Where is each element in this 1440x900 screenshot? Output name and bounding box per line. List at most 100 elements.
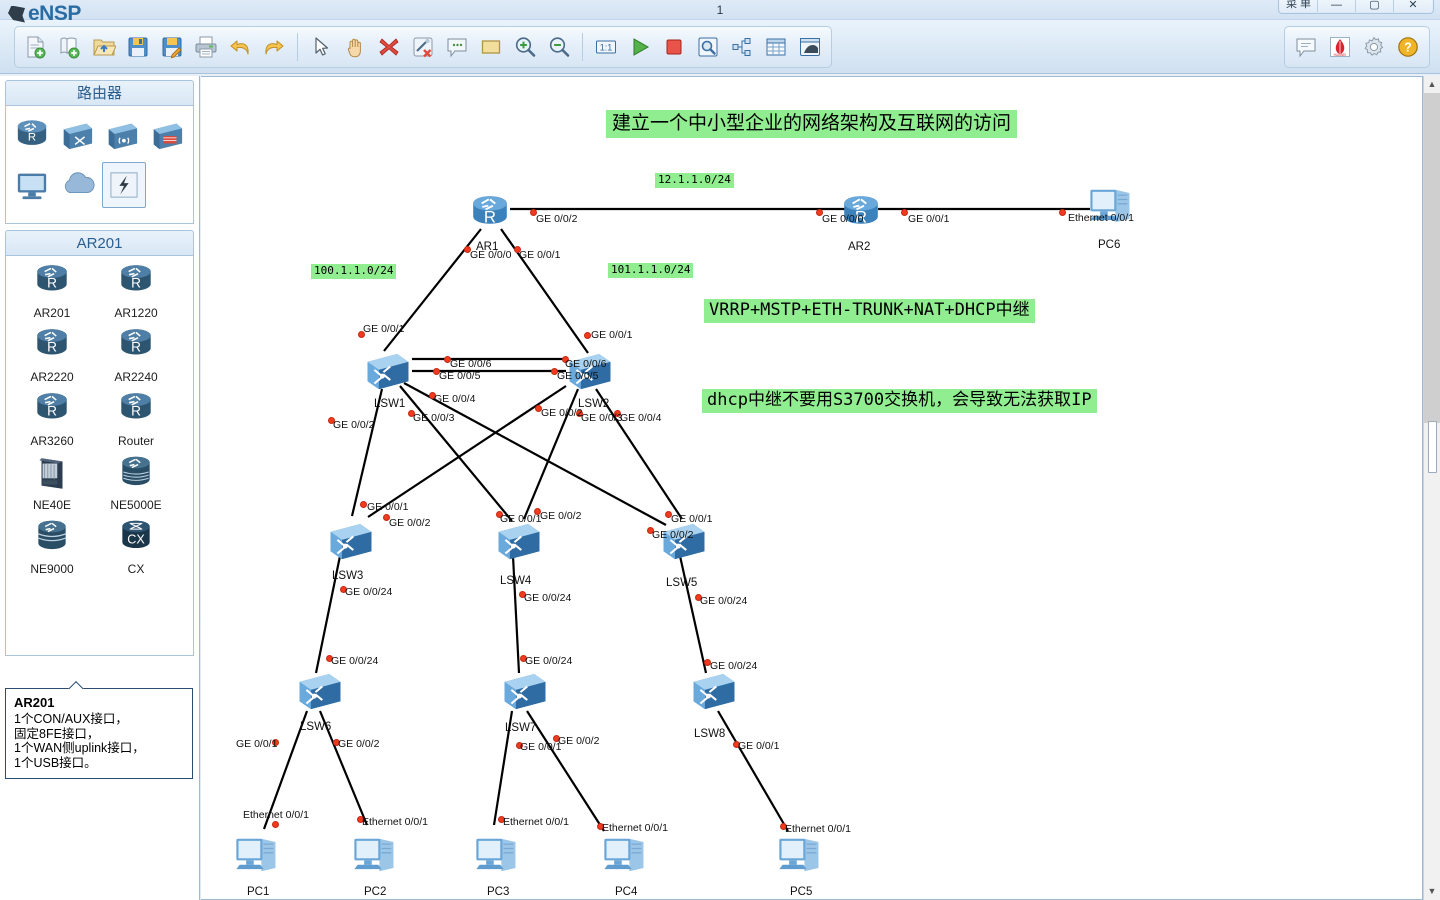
cloud-category-icon[interactable]	[56, 162, 100, 208]
device-node-pc4[interactable]	[600, 832, 650, 883]
undo-button[interactable]	[224, 31, 256, 63]
link-endpoint-dot[interactable]	[584, 332, 591, 339]
switch-category-icon[interactable]	[55, 112, 98, 158]
device-ne40e[interactable]: NE40E	[10, 454, 94, 512]
device-ar2240[interactable]: R AR2240	[94, 326, 178, 384]
link-endpoint-dot[interactable]	[272, 821, 279, 828]
pan-tool-button[interactable]	[339, 31, 371, 63]
device-node-pc2[interactable]	[350, 832, 400, 883]
link-endpoint-dot[interactable]	[1059, 209, 1066, 216]
svg-text:R: R	[47, 403, 57, 418]
link-line[interactable]	[526, 710, 605, 832]
device-node-lsw6[interactable]	[295, 669, 345, 718]
router-icon: R	[37, 393, 67, 419]
window-title: 1	[716, 3, 724, 17]
device-ne5000e[interactable]: NE5000E	[94, 454, 178, 512]
link-line[interactable]	[511, 555, 521, 674]
svg-text:R: R	[47, 275, 57, 290]
scrollbar-thumb[interactable]	[1428, 421, 1437, 473]
feedback-button[interactable]	[1290, 31, 1322, 63]
port-label: GE 0/0/24	[524, 592, 572, 604]
device-node-ar1[interactable]: R	[466, 191, 514, 240]
device-name-label: AR2	[848, 241, 871, 253]
device-ne9000[interactable]: NE9000	[10, 518, 94, 576]
device-ar3260[interactable]: R AR3260	[10, 390, 94, 448]
add-shape-button[interactable]	[475, 31, 507, 63]
grid-button[interactable]	[760, 31, 792, 63]
scrollbar-track[interactable]	[1424, 93, 1440, 423]
link-endpoint-dot[interactable]	[901, 209, 908, 216]
device-node-pc5[interactable]	[775, 832, 825, 883]
stop-all-button[interactable]	[658, 31, 690, 63]
help-button[interactable]: ?	[1392, 31, 1424, 63]
start-all-button[interactable]	[624, 31, 656, 63]
connection-category-icon[interactable]	[102, 162, 146, 208]
open-button[interactable]	[88, 31, 120, 63]
note-subnet-12[interactable]: 12.1.1.0/24	[655, 173, 734, 188]
topology-tree-button[interactable]	[726, 31, 758, 63]
maximize-button[interactable]: ▢	[1356, 0, 1394, 12]
close-button[interactable]: ✕	[1394, 0, 1432, 12]
device-router[interactable]: R Router	[94, 390, 178, 448]
endpoint-category-icon[interactable]	[10, 162, 54, 208]
zoom-out-button[interactable]	[543, 31, 575, 63]
new-topology-button[interactable]	[20, 31, 52, 63]
port-label: GE 0/0/2	[338, 738, 380, 750]
delete-button[interactable]	[373, 31, 405, 63]
device-node-lsw4[interactable]	[494, 519, 544, 568]
zoom-reset-button[interactable]: 1:1	[590, 31, 622, 63]
zoom-in-button[interactable]	[509, 31, 541, 63]
menu-button[interactable]: 菜 单	[1280, 0, 1318, 12]
new-from-template-button[interactable]	[54, 31, 86, 63]
topology-canvas[interactable]: R AR1 R AR2 PC6 LSW1 LSW2 LSW3 LSW4 LSW5…	[201, 76, 1423, 900]
save-as-button[interactable]	[156, 31, 188, 63]
canvas-vertical-scrollbar[interactable]: ▲ ▼	[1423, 76, 1440, 900]
select-tool-button[interactable]	[305, 31, 337, 63]
console-button[interactable]	[794, 31, 826, 63]
firewall-category-icon[interactable]	[146, 112, 189, 158]
scroll-down-button[interactable]: ▼	[1424, 883, 1440, 900]
svg-text:R: R	[484, 208, 496, 227]
link-line[interactable]	[399, 385, 513, 522]
device-node-pc3[interactable]	[472, 832, 522, 883]
wlan-category-icon[interactable]	[101, 112, 144, 158]
note-dhcp-warning[interactable]: dhcp中继不要用S3700交换机，会导致无法获取IP	[702, 389, 1097, 413]
device-node-lsw1[interactable]	[363, 349, 413, 398]
minimize-button[interactable]: —	[1318, 0, 1356, 12]
capture-button[interactable]	[692, 31, 724, 63]
router-category-icon[interactable]: R	[10, 112, 53, 158]
note-technologies[interactable]: VRRP+MSTP+ETH-TRUNK+NAT+DHCP中继	[704, 299, 1035, 323]
device-tooltip: AR201 1个CON/AUX接口， 固定8FE接口， 1个WAN侧uplink…	[5, 688, 193, 779]
link-line[interactable]	[678, 555, 708, 674]
delete-link-button[interactable]	[407, 31, 439, 63]
device-ar1220[interactable]: R AR1220	[94, 262, 178, 320]
device-node-lsw3[interactable]	[326, 519, 376, 568]
link-line[interactable]	[717, 710, 789, 832]
device-ar2220[interactable]: R AR2220	[10, 326, 94, 384]
note-subnet-101[interactable]: 101.1.1.0/24	[608, 263, 694, 278]
device-label: AR2240	[114, 370, 158, 384]
huawei-button[interactable]: HUAWEI	[1324, 31, 1356, 63]
save-button[interactable]	[122, 31, 154, 63]
toolbar-divider-2	[582, 33, 583, 61]
note-title[interactable]: 建立一个中小型企业的网络架构及互联网的访问	[606, 110, 1018, 138]
scroll-up-button[interactable]: ▲	[1424, 76, 1440, 93]
device-node-lsw5[interactable]	[659, 519, 709, 568]
device-cx[interactable]: CX CX	[94, 518, 178, 576]
settings-button[interactable]	[1358, 31, 1390, 63]
device-node-lsw7[interactable]	[500, 669, 550, 718]
port-label: Ethernet 0/0/1	[785, 823, 851, 835]
port-label: GE 0/0/4	[434, 393, 476, 405]
device-node-pc1[interactable]	[232, 832, 282, 883]
device-ar201[interactable]: R AR201	[10, 262, 94, 320]
topology-content: R AR1 R AR2 PC6 LSW1 LSW2 LSW3 LSW4 LSW5…	[201, 77, 1406, 899]
print-button[interactable]	[190, 31, 222, 63]
device-node-lsw8[interactable]	[689, 669, 739, 718]
note-subnet-100[interactable]: 100.1.1.0/24	[311, 264, 397, 279]
device-node-pc6[interactable]	[1086, 183, 1136, 234]
device-label: NE5000E	[110, 498, 162, 512]
port-label: GE 0/0/1	[908, 213, 950, 225]
redo-button[interactable]	[258, 31, 290, 63]
link-endpoint-dot[interactable]	[360, 501, 367, 508]
add-note-button[interactable]	[441, 31, 473, 63]
